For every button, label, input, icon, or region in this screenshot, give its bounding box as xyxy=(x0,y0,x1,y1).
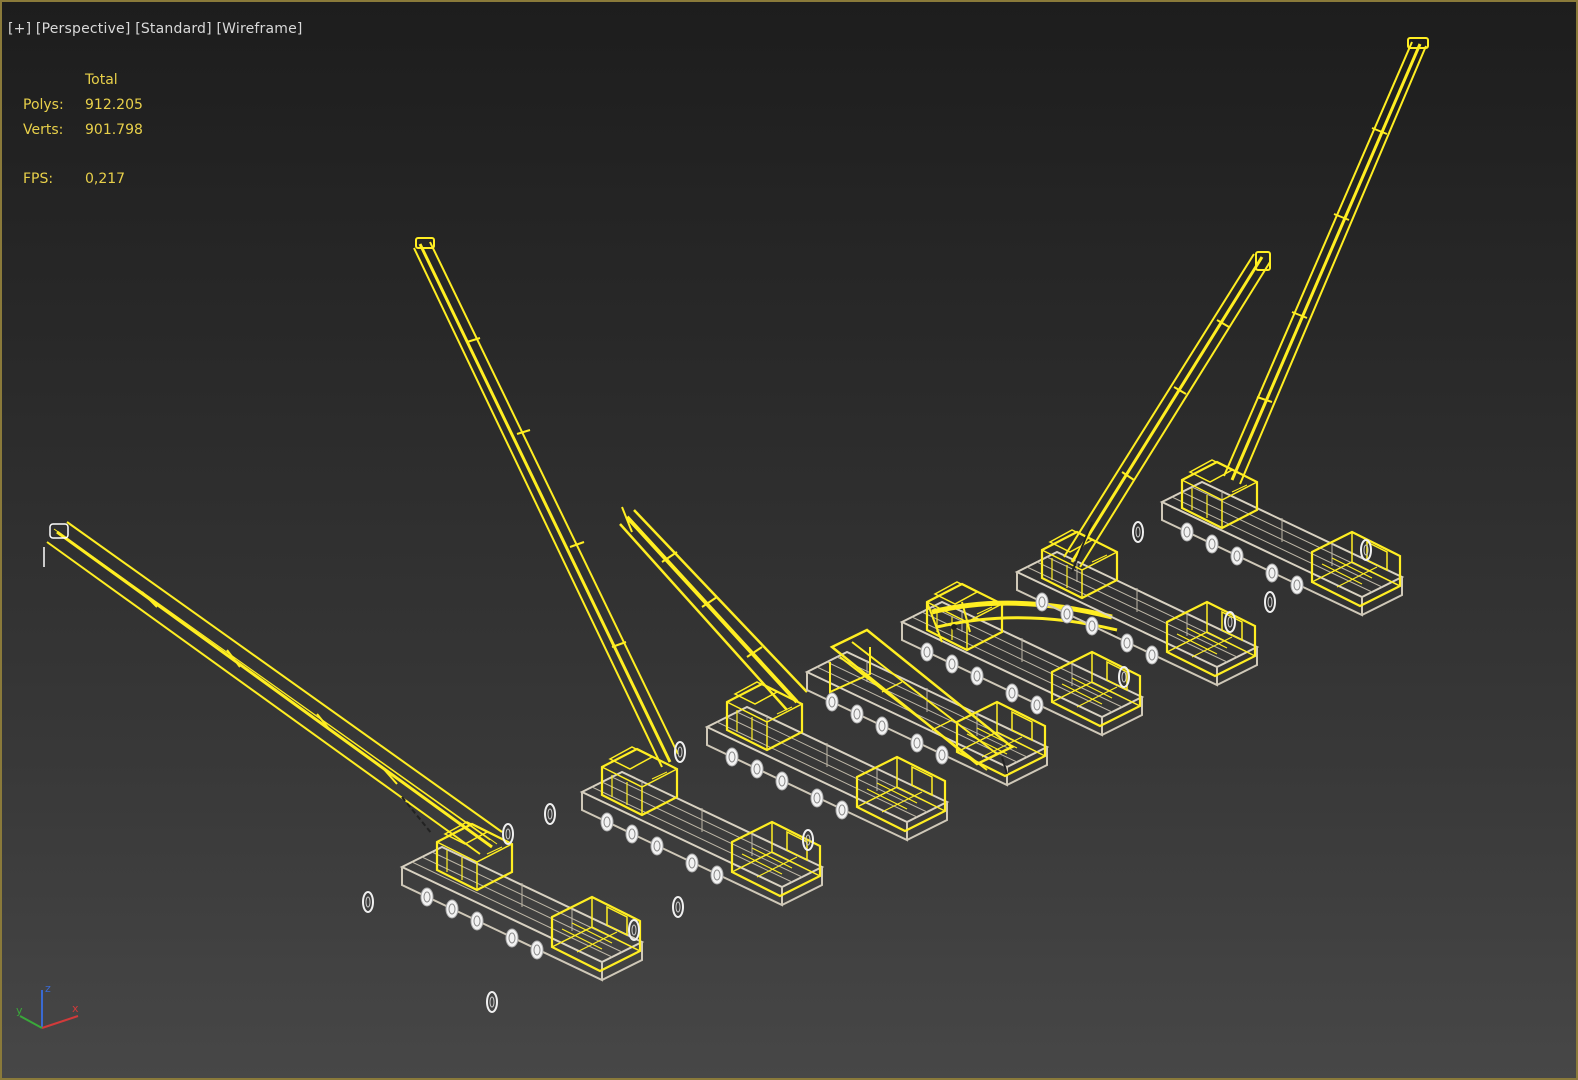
viewport-render-mode-label[interactable]: [Wireframe] xyxy=(216,21,302,37)
scene-render[interactable] xyxy=(2,2,1576,1078)
fps-label: FPS: xyxy=(23,171,54,187)
axis-gizmo[interactable]: z x y xyxy=(10,982,90,1042)
verts-label: Verts: xyxy=(23,122,64,138)
x-axis-label: x xyxy=(72,1002,79,1015)
viewport-label-bar: [+] [Perspective] [Standard] [Wireframe] xyxy=(8,21,303,37)
fps-value: 0,217 xyxy=(85,171,126,187)
crane-1[interactable] xyxy=(43,521,642,1013)
polys-value: 912.205 xyxy=(85,97,143,113)
polys-label: Polys: xyxy=(23,97,64,113)
crane-2[interactable] xyxy=(413,237,822,918)
perspective-viewport[interactable]: [+] [Perspective] [Standard] [Wireframe]… xyxy=(0,0,1578,1080)
crane-7[interactable] xyxy=(1132,37,1429,615)
viewport-menu-button[interactable]: [+] xyxy=(8,21,31,37)
viewport-view-label[interactable]: [Perspective] xyxy=(36,21,131,37)
scene-statistics: Total Polys: 912.205 Verts: 901.798 FPS: 0,… xyxy=(23,68,143,192)
z-axis-label: z xyxy=(45,982,51,995)
y-axis-line xyxy=(19,1015,43,1029)
verts-value: 901.798 xyxy=(85,122,143,138)
crane-3[interactable] xyxy=(619,506,947,840)
stats-total-header: Total xyxy=(85,72,118,88)
viewport-shading-label[interactable]: [Standard] xyxy=(135,21,212,37)
x-axis-line xyxy=(41,1015,79,1029)
y-axis-label: y xyxy=(16,1004,23,1017)
